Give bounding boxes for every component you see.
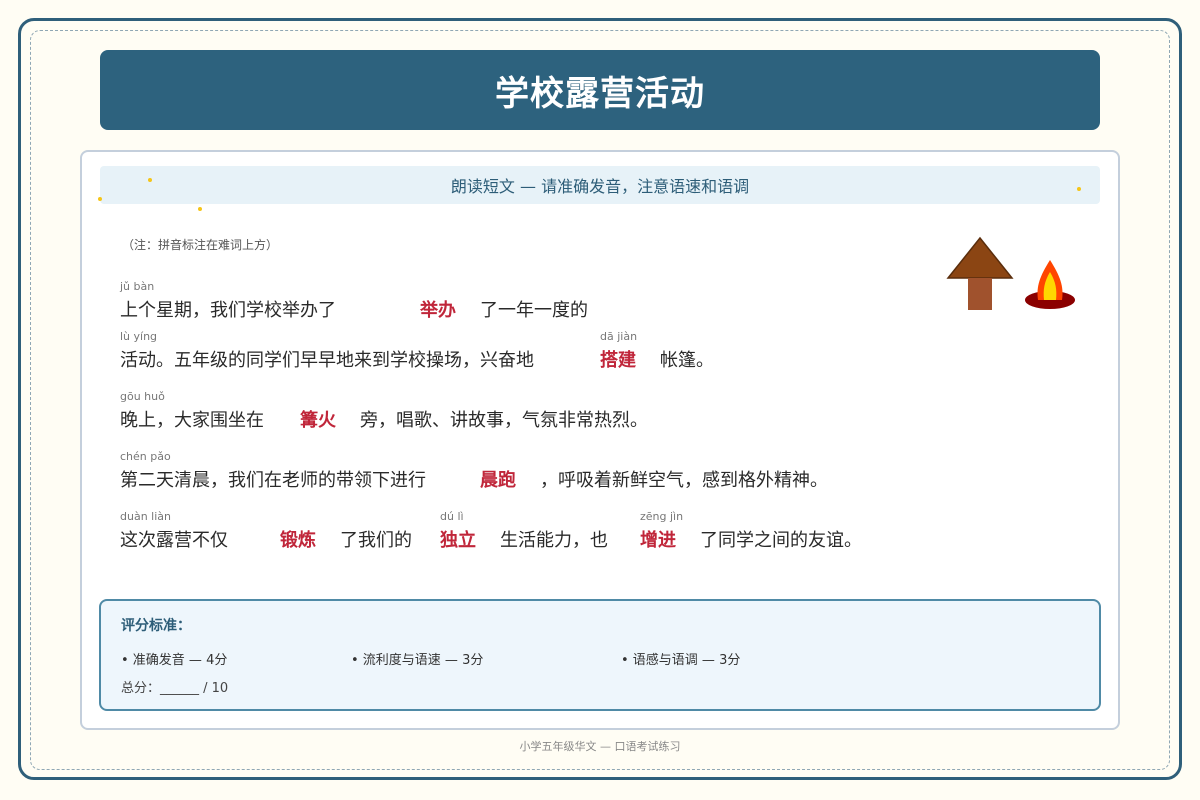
passage-line-5: duàn liàn 这次露营不仅 锻炼 了我们的 dú lì 独立 生活能力，也… [120, 510, 1020, 551]
sparkle-dot [98, 197, 102, 201]
passage-line-2: lù yíng 活动。五年级的同学们早早地来到学校操场，兴奋地 dā jiàn … [120, 330, 1020, 371]
pinyin-label: dú lì [440, 510, 464, 523]
pinyin-label: gōu huǒ [120, 390, 165, 403]
keyword: 增进 [640, 530, 676, 551]
instruction-bar: 朗读短文 — 请准确发音，注意语速和语调 [100, 166, 1100, 204]
line-text: 上个星期，我们学校举办了 [120, 300, 336, 321]
line-text: 旁，唱歌、讲故事，气氛非常热烈。 [360, 410, 648, 431]
pinyin-label: lù yíng [120, 330, 158, 343]
pinyin-label: jǔ bàn [120, 280, 155, 293]
line-text: 了我们的 [340, 530, 412, 551]
keyword: 锻炼 [280, 530, 316, 551]
instruction-text: 朗读短文 — 请准确发音，注意语速和语调 [450, 177, 750, 196]
passage-line-1: 上个星期，我们学校举办了 jǔ bàn 举办 了一年一度的 [120, 280, 1020, 321]
campfire-icon [1025, 260, 1075, 309]
line-text: 帐篷。 [660, 350, 714, 371]
line-text: 了一年一度的 [480, 300, 588, 321]
criteria-item: • 语感与语调 — 3分 [621, 653, 741, 668]
sparkle-dot [148, 178, 152, 182]
pinyin-note: （注：拼音标注在难词上方） [122, 238, 279, 252]
line-text: ，呼吸着新鲜空气，感到格外精神。 [540, 470, 828, 491]
keyword: 独立 [440, 530, 476, 551]
line-text: 这次露营不仅 [120, 530, 228, 551]
footer: 小学五年级华文 — 口语考试练习 [519, 740, 681, 753]
total-score: 总分：______ / 10 [121, 681, 229, 696]
keyword: 举办 [420, 300, 456, 321]
line-text: 第二天清晨，我们在老师的带领下进行 [120, 470, 426, 491]
line-text: 了同学之间的友谊。 [700, 530, 862, 551]
page-title: 学校露营活动 [495, 73, 705, 114]
pinyin-label: zēng jìn [640, 510, 684, 523]
scoring-criteria: 评分标准： • 准确发音 — 4分 • 流利度与语速 — 3分 • 语感与语调 … [99, 599, 1101, 711]
sparkle-dot [198, 207, 202, 211]
line-text: 晚上，大家围坐在 [120, 410, 264, 431]
keyword: 晨跑 [480, 470, 516, 491]
title-banner: 学校露营活动 [100, 50, 1100, 130]
passage-line-4: chén pǎo 第二天清晨，我们在老师的带领下进行 晨跑 ，呼吸着新鲜空气，感… [120, 450, 1020, 491]
pinyin-label: dā jiàn [600, 330, 638, 343]
passage-line-3: gōu huǒ 晚上，大家围坐在 篝火 旁，唱歌、讲故事，气氛非常热烈。 [120, 390, 1020, 431]
line-text: 活动。五年级的同学们早早地来到学校操场，兴奋地 [120, 350, 534, 371]
line-text: 生活能力，也 [500, 530, 608, 551]
pinyin-label: duàn liàn [120, 510, 171, 523]
keyword: 篝火 [300, 410, 336, 431]
criteria-title: 评分标准： [121, 618, 191, 634]
criteria-item: • 流利度与语速 — 3分 [351, 653, 484, 668]
sparkle-dot [1077, 187, 1081, 191]
tent-icon [946, 236, 1014, 310]
keyword: 搭建 [600, 350, 636, 371]
pinyin-label: chén pǎo [120, 450, 171, 463]
criteria-item: • 准确发音 — 4分 [121, 653, 228, 668]
